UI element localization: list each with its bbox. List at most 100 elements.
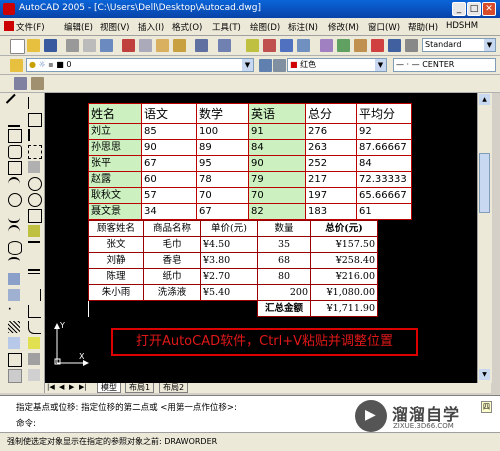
- explode-icon[interactable]: [28, 337, 40, 349]
- linetype-select[interactable]: — · — CENTER: [393, 58, 496, 72]
- layer-manager-icon[interactable]: [10, 59, 23, 72]
- tool-palettes-icon[interactable]: [354, 39, 367, 52]
- polyline-icon[interactable]: [8, 129, 22, 143]
- score-table[interactable]: 姓名 语文 数学 英语 总分 平均分 刘立 85 100 91 276 92 孙…: [88, 103, 412, 220]
- drawing-canvas[interactable]: 姓名 语文 数学 英语 总分 平均分 刘立 85 100 91 276 92 孙…: [45, 93, 477, 383]
- array-icon[interactable]: [28, 161, 40, 173]
- total-label: 汇总金额: [257, 300, 311, 317]
- dimension-style-icon[interactable]: [14, 77, 27, 90]
- menu-edit[interactable]: 编辑(E): [64, 21, 93, 33]
- menu-modify[interactable]: 修改(M): [328, 21, 359, 33]
- publish-icon[interactable]: [100, 39, 113, 52]
- document-icon[interactable]: [4, 21, 14, 31]
- tab-first-icon[interactable]: |◀: [47, 383, 55, 391]
- circle-icon[interactable]: [8, 193, 22, 207]
- gradient-icon[interactable]: [8, 337, 20, 349]
- menu-insert[interactable]: 插入(I): [138, 21, 164, 33]
- ellipse-icon[interactable]: [8, 241, 22, 255]
- paste-icon[interactable]: [156, 39, 169, 52]
- properties-icon[interactable]: [320, 39, 333, 52]
- menu-view[interactable]: 视图(V): [100, 21, 129, 33]
- menu-tools[interactable]: 工具(T): [212, 21, 241, 33]
- markup-icon[interactable]: [388, 39, 401, 52]
- zoom-realtime-icon[interactable]: [263, 39, 276, 52]
- vertical-scrollbar[interactable]: ▲ ▼: [477, 93, 492, 383]
- menu-draw[interactable]: 绘图(D): [250, 21, 280, 33]
- spline-icon[interactable]: [8, 225, 20, 239]
- mirror-icon[interactable]: [28, 129, 42, 141]
- print-icon[interactable]: [66, 39, 79, 52]
- polygon-icon[interactable]: [8, 145, 22, 159]
- join-icon[interactable]: [28, 289, 41, 301]
- region-icon[interactable]: [8, 353, 22, 367]
- scroll-down-icon[interactable]: ▼: [479, 369, 490, 380]
- tab-layout1[interactable]: 布局1: [125, 383, 155, 393]
- tab-prev-icon[interactable]: ◀: [59, 383, 64, 391]
- insert-block-icon[interactable]: [8, 273, 20, 285]
- arc-icon[interactable]: [8, 177, 20, 191]
- open-folder-icon[interactable]: [27, 39, 40, 52]
- menu-window[interactable]: 窗口(W): [368, 21, 400, 33]
- tab-layout2[interactable]: 布局2: [159, 383, 189, 393]
- close-button[interactable]: ✕: [482, 2, 496, 16]
- save-icon[interactable]: [44, 39, 57, 52]
- menu-hdshm[interactable]: HDSHM: [446, 21, 478, 31]
- ellipse-arc-icon[interactable]: [8, 257, 20, 271]
- scroll-up-icon[interactable]: ▲: [479, 94, 490, 105]
- new-file-icon[interactable]: [10, 39, 25, 54]
- hatch-icon[interactable]: [8, 321, 20, 333]
- menu-dimension[interactable]: 标注(N): [288, 21, 318, 33]
- dbconnect-icon[interactable]: [371, 39, 384, 52]
- redo-icon[interactable]: [218, 39, 231, 52]
- pan-icon[interactable]: [246, 39, 259, 52]
- design-center-icon[interactable]: [337, 39, 350, 52]
- scroll-thumb[interactable]: [479, 153, 490, 213]
- plot-preview-icon[interactable]: [83, 39, 96, 52]
- extend-icon[interactable]: [28, 257, 40, 271]
- match-properties-icon[interactable]: [173, 39, 186, 52]
- table-icon[interactable]: [8, 369, 22, 383]
- table-style-icon[interactable]: [31, 77, 44, 90]
- offset-icon[interactable]: [28, 145, 42, 159]
- copy-icon[interactable]: [139, 39, 152, 52]
- erase-icon[interactable]: [28, 97, 41, 109]
- point-icon[interactable]: ·: [8, 305, 20, 317]
- autocad-app-icon[interactable]: [3, 3, 15, 15]
- layer-previous-icon[interactable]: [273, 59, 286, 72]
- minimize-button[interactable]: _: [452, 2, 466, 16]
- tab-last-icon[interactable]: ▶|: [79, 383, 87, 391]
- menu-file[interactable]: 文件(F): [16, 21, 45, 33]
- stretch-icon[interactable]: [28, 225, 40, 237]
- scale-icon[interactable]: [28, 209, 42, 223]
- move-icon[interactable]: [28, 177, 42, 191]
- sales-table[interactable]: 顾客姓名 商品名称 单价(元) 数量 总价(元) 张文 毛巾 ¥4.50 35 …: [88, 220, 378, 317]
- undo-icon[interactable]: [195, 39, 208, 52]
- calculator-icon[interactable]: [405, 39, 418, 52]
- chamfer-icon[interactable]: [28, 305, 41, 318]
- rectangle-icon[interactable]: [8, 161, 22, 175]
- tab-model[interactable]: 模型: [97, 383, 121, 393]
- maximize-button[interactable]: □: [467, 2, 481, 16]
- zoom-window-icon[interactable]: [280, 39, 293, 52]
- zoom-previous-icon[interactable]: [297, 39, 310, 52]
- fillet-icon[interactable]: [28, 321, 41, 334]
- command-prompt[interactable]: 命令:: [16, 417, 36, 429]
- copy-object-icon[interactable]: [28, 113, 42, 127]
- cut-icon[interactable]: [122, 39, 135, 52]
- text-icon[interactable]: [28, 369, 40, 381]
- tab-next-icon[interactable]: ▶: [69, 383, 74, 391]
- construction-line-icon[interactable]: [8, 113, 20, 127]
- draworder-icon[interactable]: [28, 353, 40, 365]
- make-current-layer-icon[interactable]: [259, 59, 272, 72]
- line-icon[interactable]: [5, 93, 25, 113]
- break-icon[interactable]: [28, 273, 40, 286]
- menu-format[interactable]: 格式(O): [172, 21, 202, 33]
- revision-cloud-icon[interactable]: [8, 209, 20, 223]
- menu-help[interactable]: 帮助(H): [408, 21, 438, 33]
- trim-icon[interactable]: [28, 241, 40, 255]
- text-style-select[interactable]: Standard ▼: [422, 38, 496, 52]
- make-block-icon[interactable]: [8, 289, 20, 301]
- layer-select[interactable]: ● ☼ ▪ ■ 0 ▼: [26, 58, 254, 72]
- rotate-icon[interactable]: [28, 193, 42, 207]
- color-select[interactable]: ■ 红色 ▼: [287, 58, 387, 72]
